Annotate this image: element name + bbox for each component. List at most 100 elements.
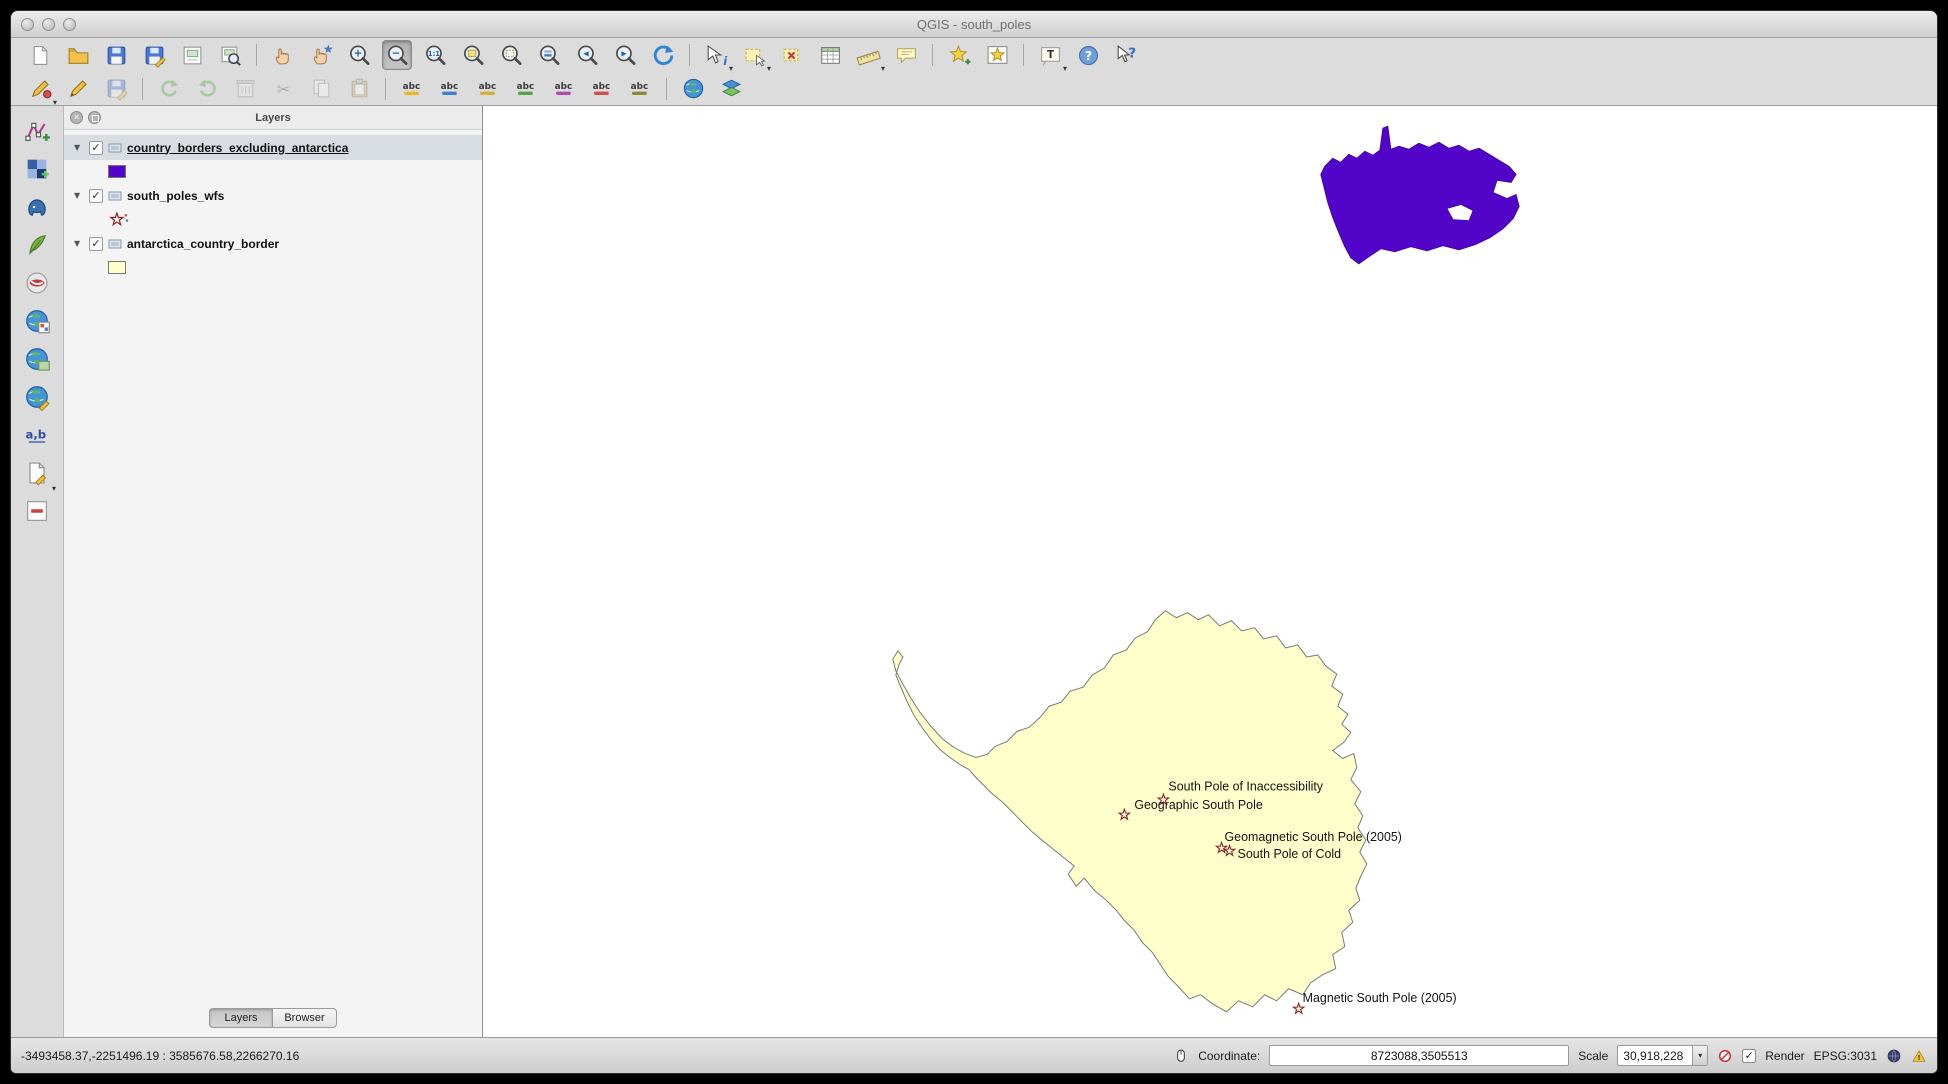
show-hide-labels-button[interactable]: abc — [511, 74, 541, 104]
layer-visibility-checkbox[interactable]: ✓ — [89, 189, 103, 203]
metasearch-button[interactable] — [678, 74, 708, 104]
save-project-button[interactable] — [101, 40, 131, 70]
new-bookmark-button[interactable] — [944, 40, 974, 70]
status-bar: -3493458.37,-2251496.19 : 3585676.58,226… — [11, 1037, 1937, 1073]
stop-render-icon[interactable] — [1717, 1048, 1733, 1064]
refresh-map-button[interactable] — [648, 40, 678, 70]
disclosure-triangle-icon[interactable]: ▼ — [74, 143, 84, 152]
disclosure-triangle-icon[interactable]: ▼ — [74, 239, 84, 248]
change-label-button[interactable]: abc — [625, 74, 655, 104]
zoom-in-button[interactable]: + — [344, 40, 374, 70]
identify-features-button[interactable]: i▾ — [701, 40, 731, 70]
pin-labels-button[interactable]: abc — [435, 74, 465, 104]
title-bar[interactable]: QGIS - south_poles — [11, 11, 1937, 38]
add-postgis-layer-button[interactable] — [20, 190, 54, 224]
deselect-features-button[interactable] — [777, 40, 807, 70]
move-label-button[interactable]: abc — [549, 74, 579, 104]
refresh-map-icon — [651, 43, 676, 68]
zoom-full-button[interactable] — [458, 40, 488, 70]
add-mssql-layer-button[interactable] — [20, 266, 54, 300]
dropdown-arrow-icon: ▾ — [52, 484, 56, 493]
add-vector-layer-icon — [23, 117, 51, 145]
current-edits-button[interactable]: ▾ — [25, 74, 55, 104]
close-button[interactable] — [21, 18, 34, 31]
measure-button[interactable]: ▾ — [853, 40, 883, 70]
add-raster-layer-button[interactable] — [20, 152, 54, 186]
show-bookmarks-button[interactable] — [982, 40, 1012, 70]
layer-visibility-checkbox[interactable]: ✓ — [89, 237, 103, 251]
edit-toolbar: ▾✂abcabcabcabcabcabcabc — [11, 72, 1937, 106]
pan-map-button[interactable] — [268, 40, 298, 70]
whats-this-button[interactable]: ? — [1111, 40, 1141, 70]
panel-tab-layers[interactable]: Layers — [209, 1008, 273, 1028]
panel-close-button[interactable]: × — [70, 111, 83, 124]
label-settings-button[interactable]: abc — [397, 74, 427, 104]
panel-tab-browser[interactable]: Browser — [273, 1008, 337, 1028]
measure-icon — [856, 43, 881, 68]
layer-type-icon — [108, 189, 122, 203]
zoom-next-button[interactable]: ▸ — [610, 40, 640, 70]
layer-item-antarctica_country_border[interactable]: ▼✓antarctica_country_border — [64, 231, 482, 256]
layer-visibility-checkbox[interactable]: ✓ — [89, 141, 103, 155]
add-wms-layer-button[interactable] — [20, 304, 54, 338]
zoom-to-selection-button[interactable] — [496, 40, 526, 70]
zoom-to-layer-button[interactable] — [534, 40, 564, 70]
toggle-editing-button[interactable] — [63, 74, 93, 104]
deselect-features-icon — [780, 43, 805, 68]
show-hide-labels-icon: abc — [514, 76, 539, 101]
layer-item-south_poles_wfs[interactable]: ▼✓south_poles_wfs — [64, 183, 482, 208]
new-project-button[interactable] — [25, 40, 55, 70]
text-annotation-button[interactable]: T▾ — [1035, 40, 1065, 70]
svg-text:−: − — [391, 47, 400, 59]
composer-manager-button[interactable] — [215, 40, 245, 70]
layer-item-country_borders_excluding_antarctica[interactable]: ▼✓country_borders_excluding_antarctica — [64, 135, 482, 160]
save-project-as-button[interactable] — [139, 40, 169, 70]
scale-combo[interactable]: 30,918,228 ▾ — [1617, 1045, 1708, 1066]
zoom-native-button[interactable]: 1:1 — [420, 40, 450, 70]
panel-title: Layers — [255, 112, 290, 124]
add-wfs-layer-button[interactable] — [20, 380, 54, 414]
remove-layer-button[interactable] — [20, 494, 54, 528]
map-tips-button[interactable] — [891, 40, 921, 70]
add-wcs-layer-button[interactable] — [20, 342, 54, 376]
add-delimited-text-layer-button[interactable]: a,b — [20, 418, 54, 452]
pan-to-selection-button[interactable] — [306, 40, 336, 70]
whats-this-icon: ? — [1114, 43, 1139, 68]
new-bookmark-icon — [947, 43, 972, 68]
select-features-button[interactable]: ▾ — [739, 40, 769, 70]
add-vector-layer-button[interactable] — [20, 114, 54, 148]
pole-label: South Pole of Cold — [1238, 847, 1342, 861]
pan-to-selection-icon — [309, 43, 334, 68]
new-print-composer-button[interactable] — [177, 40, 207, 70]
panel-detach-button[interactable] — [88, 111, 101, 124]
zoom-window-button[interactable] — [63, 18, 76, 31]
crs-status-icon[interactable] — [1886, 1048, 1902, 1064]
delete-selected-button — [230, 74, 260, 104]
open-project-button[interactable] — [63, 40, 93, 70]
render-checkbox[interactable]: ✓ — [1742, 1049, 1756, 1063]
map-tips-icon — [894, 43, 919, 68]
svg-text:!: ! — [1917, 1054, 1920, 1062]
coordinate-input[interactable] — [1269, 1045, 1569, 1066]
new-shapefile-layer-icon — [23, 459, 51, 487]
zoom-last-button[interactable]: ◂ — [572, 40, 602, 70]
disclosure-triangle-icon[interactable]: ▼ — [74, 191, 84, 200]
svg-text:◂: ◂ — [583, 47, 589, 59]
help-button[interactable]: ? — [1073, 40, 1103, 70]
add-spatialite-layer-button[interactable] — [20, 228, 54, 262]
highlight-pinned-labels-button[interactable]: abc — [473, 74, 503, 104]
new-shapefile-layer-button[interactable]: ▾ — [20, 456, 54, 490]
toggle-editing-icon — [66, 76, 91, 101]
svg-text:?: ? — [1084, 47, 1091, 62]
layer-type-icon — [108, 237, 122, 251]
rotate-label-button[interactable]: abc — [587, 74, 617, 104]
plugin-layers-button[interactable] — [716, 74, 746, 104]
zoom-out-button[interactable]: − — [382, 40, 412, 70]
scale-dropdown-arrow-icon[interactable]: ▾ — [1692, 1046, 1707, 1065]
add-wms-layer-icon — [23, 307, 51, 335]
metasearch-icon — [681, 76, 706, 101]
log-messages-icon[interactable]: ! — [1911, 1048, 1927, 1064]
open-attribute-table-button[interactable] — [815, 40, 845, 70]
map-canvas[interactable]: South Pole of InaccessibilityGeographic … — [483, 106, 1937, 1037]
minimize-button[interactable] — [42, 18, 55, 31]
